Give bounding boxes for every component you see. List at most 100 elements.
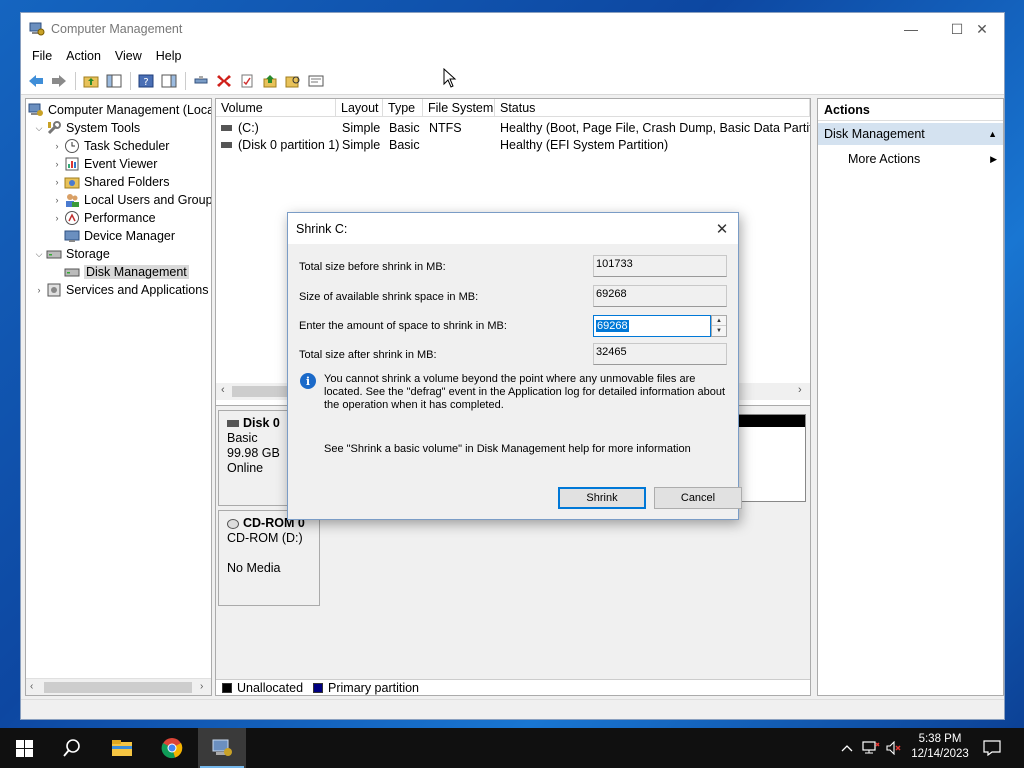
tree-item-shared-folders[interactable]: › Shared Folders bbox=[50, 173, 170, 191]
taskbar: 5:38 PM 12/14/2023 bbox=[0, 728, 1024, 768]
chrome-icon bbox=[161, 738, 183, 759]
tree-item-label: Storage bbox=[66, 247, 110, 261]
tree-item-storage[interactable]: ⌵ Storage bbox=[32, 245, 110, 263]
show-hide-action-pane-icon[interactable] bbox=[158, 70, 180, 92]
start-button[interactable] bbox=[0, 728, 48, 768]
shrink-amount-input[interactable]: 69268 bbox=[593, 315, 711, 337]
tree-item-task-scheduler[interactable]: › Task Scheduler bbox=[50, 137, 169, 155]
tree-item-label: Shared Folders bbox=[84, 175, 170, 189]
more-actions-item[interactable]: More Actions ▶ bbox=[818, 149, 1003, 169]
computer-management-taskbar-button[interactable] bbox=[198, 728, 246, 768]
chevron-down-icon[interactable]: ⌵ bbox=[32, 123, 46, 134]
column-header-type[interactable]: Type bbox=[383, 99, 423, 117]
menu-view[interactable]: View bbox=[108, 49, 149, 63]
tree-item-device-manager[interactable]: Device Manager bbox=[64, 227, 175, 245]
available-space-value: 69268 bbox=[593, 285, 727, 307]
column-header-layout[interactable]: Layout bbox=[336, 99, 383, 117]
menu-action[interactable]: Action bbox=[59, 49, 108, 63]
table-row[interactable]: (C:) Simple Basic NTFS Healthy (Boot, Pa… bbox=[216, 120, 810, 137]
shrink-info-text: You cannot shrink a volume beyond the po… bbox=[324, 373, 726, 411]
tree-item-local-users-and-groups[interactable]: › Local Users and Groups bbox=[50, 191, 212, 209]
toolbar-separator bbox=[130, 71, 131, 90]
show-hide-tree-icon[interactable] bbox=[103, 70, 125, 92]
tools-icon bbox=[46, 120, 62, 136]
tree-item-event-viewer[interactable]: › Event Viewer bbox=[50, 155, 158, 173]
show-hidden-icons-button[interactable] bbox=[838, 728, 856, 768]
notifications-button[interactable] bbox=[980, 728, 1004, 768]
table-row[interactable]: (Disk 0 partition 1) Simple Basic Health… bbox=[216, 137, 810, 154]
chevron-right-icon[interactable]: › bbox=[50, 141, 64, 151]
shrink-amount-stepper[interactable]: ▲ ▼ bbox=[711, 315, 727, 337]
dialog-title: Shrink C: bbox=[296, 222, 348, 236]
chevron-right-icon[interactable]: › bbox=[32, 285, 46, 295]
title-bar[interactable]: Computer Management — ☐ ✕ bbox=[21, 13, 1004, 45]
connect-icon[interactable] bbox=[190, 70, 212, 92]
minimize-button[interactable]: — bbox=[888, 13, 934, 45]
back-icon[interactable] bbox=[25, 70, 47, 92]
delete-icon[interactable] bbox=[213, 70, 235, 92]
shared-folder-icon bbox=[64, 174, 80, 190]
shrink-button[interactable]: Shrink bbox=[558, 487, 646, 509]
shrink-help-text[interactable]: See "Shrink a basic volume" in Disk Mana… bbox=[324, 443, 729, 455]
total-before-label: Total size before shrink in MB: bbox=[299, 261, 446, 273]
search-icon bbox=[63, 739, 80, 757]
volume-type: Basic bbox=[389, 121, 420, 135]
export-icon[interactable] bbox=[259, 70, 281, 92]
chevron-right-icon[interactable]: › bbox=[50, 159, 64, 169]
volume-status: Healthy (EFI System Partition) bbox=[500, 138, 669, 152]
chrome-taskbar-button[interactable] bbox=[148, 728, 196, 768]
disk-name: Disk 0 bbox=[243, 416, 280, 430]
chevron-right-icon[interactable]: › bbox=[50, 195, 64, 205]
column-header-file-system[interactable]: File System bbox=[423, 99, 495, 117]
scroll-right-icon[interactable]: › bbox=[200, 681, 203, 692]
column-header-status[interactable]: Status bbox=[495, 99, 810, 117]
tree-item-label: Local Users and Groups bbox=[84, 193, 212, 207]
up-folder-icon[interactable] bbox=[80, 70, 102, 92]
menu-file[interactable]: File bbox=[25, 49, 59, 63]
volume-drive-icon bbox=[221, 142, 232, 148]
forward-icon[interactable] bbox=[48, 70, 70, 92]
disk-size bbox=[227, 546, 311, 561]
cdrom-icon bbox=[227, 518, 239, 529]
chevron-right-icon[interactable]: › bbox=[50, 213, 64, 223]
taskbar-clock[interactable]: 5:38 PM 12/14/2023 bbox=[902, 732, 978, 762]
chevron-right-icon[interactable]: › bbox=[50, 177, 64, 187]
file-explorer-icon bbox=[112, 740, 132, 756]
volume-name: (Disk 0 partition 1) bbox=[238, 138, 340, 152]
actions-section-label: Disk Management bbox=[824, 127, 925, 141]
network-tray-button[interactable] bbox=[860, 728, 882, 768]
scroll-left-icon[interactable]: ‹ bbox=[221, 384, 225, 396]
cancel-button[interactable]: Cancel bbox=[654, 487, 742, 509]
scroll-thumb[interactable] bbox=[44, 682, 192, 693]
tree-horizontal-scrollbar[interactable]: ‹ › bbox=[26, 678, 211, 695]
file-explorer-taskbar-button[interactable] bbox=[98, 728, 146, 768]
disk-type: CD-ROM (D:) bbox=[227, 531, 303, 545]
stepper-down-icon[interactable]: ▼ bbox=[712, 326, 726, 336]
actions-section-disk-management[interactable]: Disk Management ▲ bbox=[818, 123, 1003, 145]
scroll-right-icon[interactable]: › bbox=[798, 384, 802, 396]
search-button[interactable] bbox=[48, 728, 96, 768]
close-button[interactable]: ✕ bbox=[959, 13, 1005, 45]
dialog-close-icon[interactable]: ✕ bbox=[711, 218, 733, 240]
help-icon[interactable]: ? bbox=[135, 70, 157, 92]
collapse-up-icon[interactable]: ▲ bbox=[988, 123, 997, 145]
tree-item-performance[interactable]: › Performance bbox=[50, 209, 156, 227]
scroll-left-icon[interactable]: ‹ bbox=[30, 681, 33, 692]
tree-item-label: Performance bbox=[84, 211, 156, 225]
tree-item-disk-management[interactable]: Disk Management bbox=[64, 263, 189, 281]
stepper-up-icon[interactable]: ▲ bbox=[712, 316, 726, 326]
tree-item-root[interactable]: Computer Management (Local bbox=[28, 101, 211, 119]
console-icon[interactable] bbox=[305, 70, 327, 92]
chevron-down-icon[interactable]: ⌵ bbox=[32, 249, 46, 260]
column-header-volume[interactable]: Volume bbox=[216, 99, 336, 117]
tree-item-system-tools[interactable]: ⌵ System Tools bbox=[32, 119, 140, 137]
dialog-title-bar[interactable]: Shrink C: ✕ bbox=[288, 213, 738, 244]
menu-help[interactable]: Help bbox=[149, 49, 189, 63]
actions-title: Actions bbox=[818, 99, 1003, 121]
volume-tray-button[interactable] bbox=[884, 728, 904, 768]
search-folder-icon[interactable] bbox=[282, 70, 304, 92]
properties-icon[interactable] bbox=[236, 70, 258, 92]
cdrom-0-label[interactable]: CD-ROM 0 CD-ROM (D:) No Media bbox=[218, 510, 320, 606]
tree-item-label: Services and Applications bbox=[66, 283, 209, 297]
tree-item-services-and-applications[interactable]: › Services and Applications bbox=[32, 281, 209, 299]
